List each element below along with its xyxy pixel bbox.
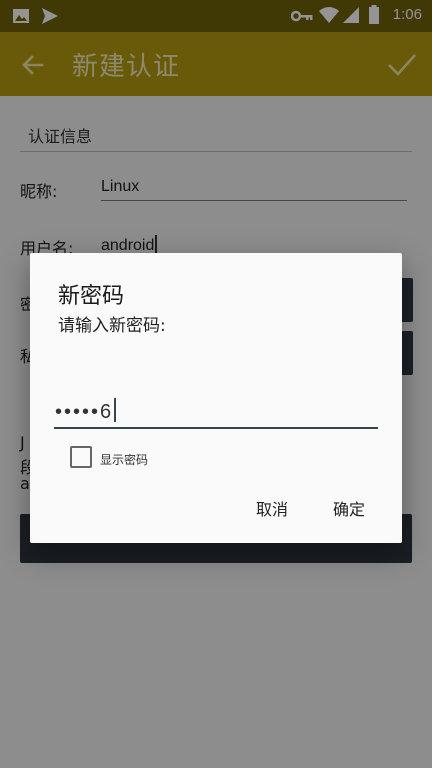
cancel-button[interactable]: 取消 [246,493,298,527]
password-text: •••••6 [55,401,114,423]
text-cursor [114,398,117,422]
ok-button[interactable]: 确定 [322,493,376,527]
dialog-title: 新密码 [58,284,125,309]
new-password-dialog: 新密码 请输入新密码: •••••6 显示密码 取消 确定 [30,253,402,543]
password-underline [54,427,378,429]
dialog-message: 请输入新密码: [58,316,166,336]
show-password-label[interactable]: 显示密码 [100,451,148,468]
password-input[interactable]: •••••6 [55,398,117,424]
show-password-checkbox[interactable] [70,446,92,468]
